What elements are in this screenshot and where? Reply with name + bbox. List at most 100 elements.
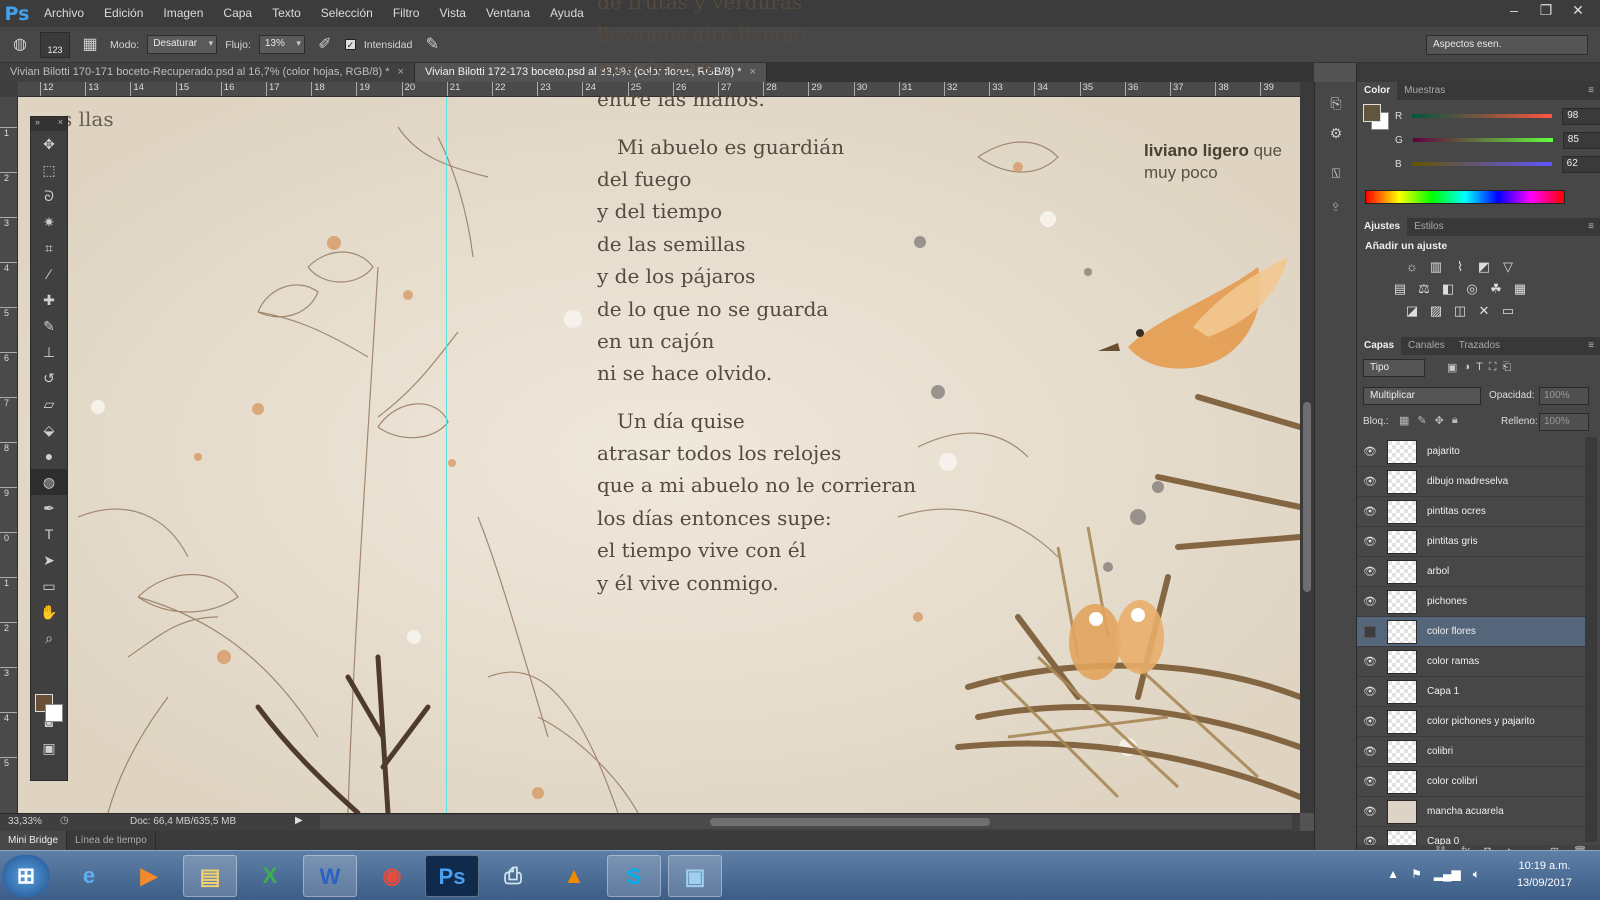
vlc-icon[interactable]: ▲ — [547, 855, 601, 897]
green-slider[interactable] — [1412, 138, 1553, 142]
layer-row[interactable]: 👁︎ pajarito — [1357, 437, 1587, 467]
layer-thumbnail[interactable] — [1387, 469, 1417, 494]
horizontal-scroll-thumb[interactable] — [710, 818, 990, 826]
background-color-swatch[interactable] — [45, 704, 63, 722]
blue-value-input[interactable]: 62 — [1561, 155, 1600, 173]
brush-panel-icon[interactable]: ▦ — [78, 34, 102, 56]
media-player-icon[interactable]: ▶ — [122, 855, 176, 897]
layer-row[interactable]: 👁︎ mancha acuarela — [1357, 797, 1587, 827]
visibility-eye-icon[interactable]: 👁︎ — [1357, 655, 1383, 668]
tools-panel-header[interactable]: » × — [31, 117, 67, 131]
flow-select[interactable]: 13% — [258, 35, 305, 54]
lock-position-icon[interactable]: ✥ — [1435, 414, 1444, 427]
color-spectrum-bar[interactable] — [1365, 190, 1565, 204]
tab-mini-bridge[interactable]: Mini Bridge — [0, 831, 68, 850]
airbrush-icon[interactable]: ✐ — [313, 34, 337, 56]
layer-row[interactable]: 👁︎ colibri — [1357, 737, 1587, 767]
layer-row[interactable]: 👁︎ pichones — [1357, 587, 1587, 617]
tab-timeline[interactable]: Línea de tiempo — [67, 831, 156, 850]
tab-channels[interactable]: Canales — [1401, 337, 1452, 355]
red-value-input[interactable]: 98 — [1562, 107, 1600, 125]
eraser-tool-icon[interactable]: ▱ — [31, 391, 67, 417]
guide-line[interactable] — [446, 97, 447, 813]
menu-imagen[interactable]: Imagen — [153, 0, 213, 27]
layer-thumbnail[interactable] — [1387, 499, 1417, 524]
pressure-icon[interactable]: ✎ — [420, 34, 444, 56]
marquee-tool-icon[interactable]: ⬚ — [31, 157, 67, 183]
visibility-eye-icon[interactable]: 👁︎ — [1357, 505, 1383, 518]
close-tab-icon[interactable]: × — [398, 66, 404, 78]
layer-thumbnail[interactable] — [1387, 589, 1417, 614]
horizontal-scrollbar[interactable] — [320, 815, 1292, 829]
brush-presets-icon[interactable]: ⍂ — [1315, 158, 1357, 188]
visibility-eye-icon[interactable]: 👁︎ — [1357, 535, 1383, 548]
magic-wand-tool-icon[interactable]: ✷ — [31, 209, 67, 235]
start-button[interactable]: ⊞ — [2, 855, 50, 897]
curves-icon[interactable]: ⌇ — [1449, 256, 1471, 278]
lock-pixels-icon[interactable]: ✎ — [1417, 414, 1426, 427]
intensity-checkbox[interactable]: ✓ — [344, 39, 356, 50]
layer-name[interactable]: pajarito — [1427, 446, 1460, 457]
photoshop-taskbar-icon[interactable]: Ps — [425, 855, 479, 897]
tab-document-1[interactable]: Vivian Bilotti 170-171 boceto-Recuperado… — [0, 63, 415, 82]
layer-name[interactable]: mancha acuarela — [1427, 806, 1504, 817]
menu-filtro[interactable]: Filtro — [383, 0, 430, 27]
sponge-tool-icon[interactable]: ◍ — [8, 34, 32, 56]
properties-panel-icon[interactable]: ⚙ — [1315, 118, 1357, 148]
layer-thumbnail[interactable] — [1387, 619, 1417, 644]
file-explorer-icon[interactable]: ▤ — [183, 855, 237, 897]
posterize-icon[interactable]: ▨ — [1425, 300, 1447, 322]
color-foreground-swatch[interactable] — [1363, 104, 1381, 122]
workspace-select[interactable]: Aspectos esen. — [1426, 35, 1588, 55]
visibility-eye-icon[interactable]: 👁︎ — [1357, 775, 1383, 788]
screen-mode-icon[interactable]: ▣ — [31, 735, 67, 761]
vertical-scrollbar[interactable] — [1300, 82, 1314, 813]
lasso-tool-icon[interactable]: ᘐ — [31, 183, 67, 209]
layer-thumbnail[interactable] — [1387, 769, 1417, 794]
rectangle-tool-icon[interactable]: ▭ — [31, 573, 67, 599]
visibility-eye-icon[interactable]: 👁︎ — [1357, 745, 1383, 758]
layers-scrollbar[interactable] — [1585, 437, 1597, 842]
panel-menu-icon[interactable]: ≡ — [1588, 218, 1594, 236]
menu-archivo[interactable]: Archivo — [34, 0, 94, 27]
word-icon[interactable]: W — [303, 855, 357, 897]
panel-menu-icon[interactable]: ≡ — [1588, 82, 1594, 100]
filter-adjust-icon[interactable]: ◑ — [1463, 361, 1470, 374]
chrome-icon[interactable]: ◉ — [365, 855, 419, 897]
scanner-icon[interactable]: ⎙ — [486, 855, 540, 897]
expand-icon[interactable]: » — [35, 117, 40, 131]
tab-styles[interactable]: Estilos — [1407, 218, 1450, 236]
layer-name[interactable]: pichones — [1427, 596, 1467, 607]
layer-row[interactable]: 👁︎ dibujo madreselva — [1357, 467, 1587, 497]
healing-brush-tool-icon[interactable]: ✚ — [31, 287, 67, 313]
invert-icon[interactable]: ◪ — [1401, 300, 1423, 322]
tab-paths[interactable]: Trazados — [1452, 337, 1507, 355]
zoom-tool-icon[interactable]: ⌕ — [31, 625, 67, 651]
threshold-icon[interactable]: ◫ — [1449, 300, 1471, 322]
type-tool-icon[interactable]: T — [31, 521, 67, 547]
exposure-icon[interactable]: ◩ — [1473, 256, 1495, 278]
layer-name[interactable]: pintitas ocres — [1427, 506, 1486, 517]
black-white-icon[interactable]: ◧ — [1437, 278, 1459, 300]
close-icon[interactable]: ✕ — [1564, 0, 1592, 20]
skype-icon[interactable]: S — [607, 855, 661, 897]
panel-menu-icon[interactable]: ≡ — [1588, 337, 1594, 355]
layer-thumbnail[interactable] — [1387, 799, 1417, 824]
visibility-eye-icon[interactable]: 👁︎ — [1357, 475, 1383, 488]
photo-filter-icon[interactable]: ◎ — [1461, 278, 1483, 300]
visibility-eye-icon[interactable]: 👁︎ — [1357, 715, 1383, 728]
history-brush-tool-icon[interactable]: ↺ — [31, 365, 67, 391]
channel-mixer-icon[interactable]: ☘ — [1485, 278, 1507, 300]
ruler-corner[interactable] — [0, 82, 18, 97]
visibility-eye-icon[interactable] — [1364, 625, 1376, 638]
close-icon[interactable]: × — [58, 117, 63, 131]
layer-name[interactable]: dibujo madreselva — [1427, 476, 1508, 487]
eyedropper-tool-icon[interactable]: ⁄ — [31, 261, 67, 287]
filter-shape-icon[interactable]: ⛶ — [1489, 361, 1497, 374]
fill-input[interactable]: 100% — [1539, 413, 1589, 431]
menu-capa[interactable]: Capa — [213, 0, 262, 27]
brush-size-preset[interactable]: 123 — [40, 31, 70, 58]
hand-tool-icon[interactable]: ✋ — [31, 599, 67, 625]
network-icon[interactable]: ▂▄▆ — [1434, 867, 1461, 882]
clone-source-icon[interactable]: ⍚ — [1315, 188, 1357, 218]
